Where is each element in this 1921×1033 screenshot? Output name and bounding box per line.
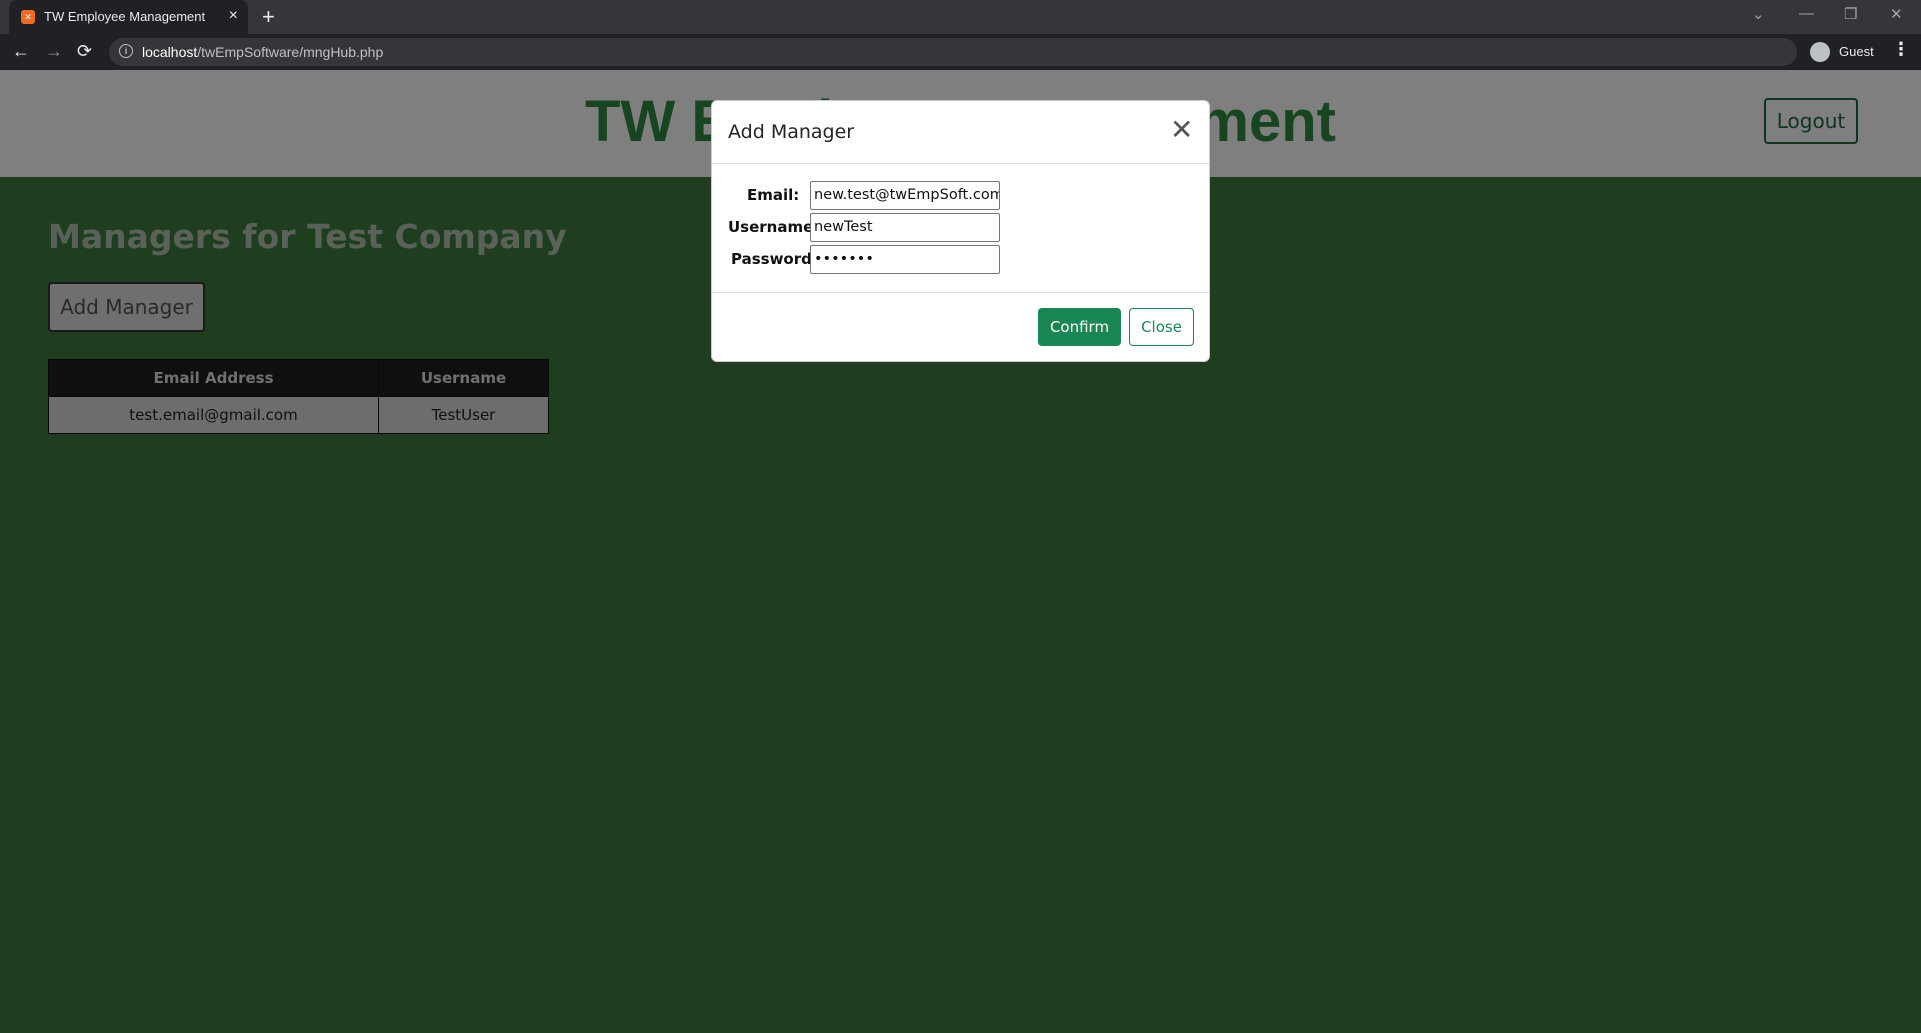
email-label: Email:	[747, 186, 800, 204]
minimize-icon[interactable]: —	[1799, 5, 1814, 22]
plus-icon[interactable]: +	[262, 4, 275, 30]
forward-arrow-icon[interactable]: →	[45, 41, 63, 61]
info-icon[interactable]: i	[119, 44, 133, 58]
profile-label: Guest	[1839, 44, 1874, 59]
url-text: localhost/twEmpSoftware/mngHub.php	[142, 44, 383, 60]
close-button[interactable]: Close	[1129, 308, 1194, 346]
modal-header: Add Manager ✕	[712, 101, 1209, 164]
reload-icon[interactable]: ⟳	[77, 41, 92, 61]
username-field[interactable]: newTest	[810, 213, 1000, 242]
window-close-icon[interactable]: ✕	[1890, 5, 1903, 23]
url-path: /twEmpSoftware/mngHub.php	[197, 44, 384, 60]
browser-toolbar: ← → ⟳ i localhost/twEmpSoftware/mngHub.p…	[0, 34, 1921, 70]
tab-title: TW Employee Management	[44, 9, 206, 24]
username-row: Username: newTest	[712, 213, 1209, 242]
password-row: Password: •••••••	[712, 245, 1209, 274]
email-row: Email: new.test@twEmpSoft.com	[712, 181, 1209, 210]
password-field[interactable]: •••••••	[810, 245, 1000, 274]
add-manager-modal: Add Manager ✕ Email: new.test@twEmpSoft.…	[711, 100, 1210, 362]
email-field[interactable]: new.test@twEmpSoft.com	[810, 181, 1000, 210]
browser-tab[interactable]: ✕ TW Employee Management ×	[9, 0, 248, 34]
url-host: localhost	[142, 44, 198, 60]
close-icon[interactable]: ×	[229, 7, 238, 25]
restore-icon[interactable]: ❐	[1844, 5, 1857, 23]
username-label: Username:	[728, 218, 820, 236]
modal-title: Add Manager	[728, 121, 855, 143]
modal-footer: Confirm Close	[712, 292, 1209, 363]
address-bar[interactable]: i localhost/twEmpSoftware/mngHub.php	[109, 38, 1797, 66]
kebab-menu-icon[interactable]: ⋮	[1892, 39, 1910, 60]
confirm-button[interactable]: Confirm	[1038, 308, 1121, 346]
chevron-down-icon[interactable]: ⌄	[1752, 5, 1765, 23]
browser-titlebar: ✕ TW Employee Management × + ⌄ — ❐ ✕	[0, 0, 1921, 34]
avatar-icon	[1810, 42, 1830, 62]
close-icon[interactable]: ✕	[1170, 115, 1193, 145]
xampp-favicon-icon: ✕	[21, 10, 35, 24]
password-label: Password:	[731, 250, 818, 268]
back-arrow-icon[interactable]: ←	[12, 41, 30, 61]
